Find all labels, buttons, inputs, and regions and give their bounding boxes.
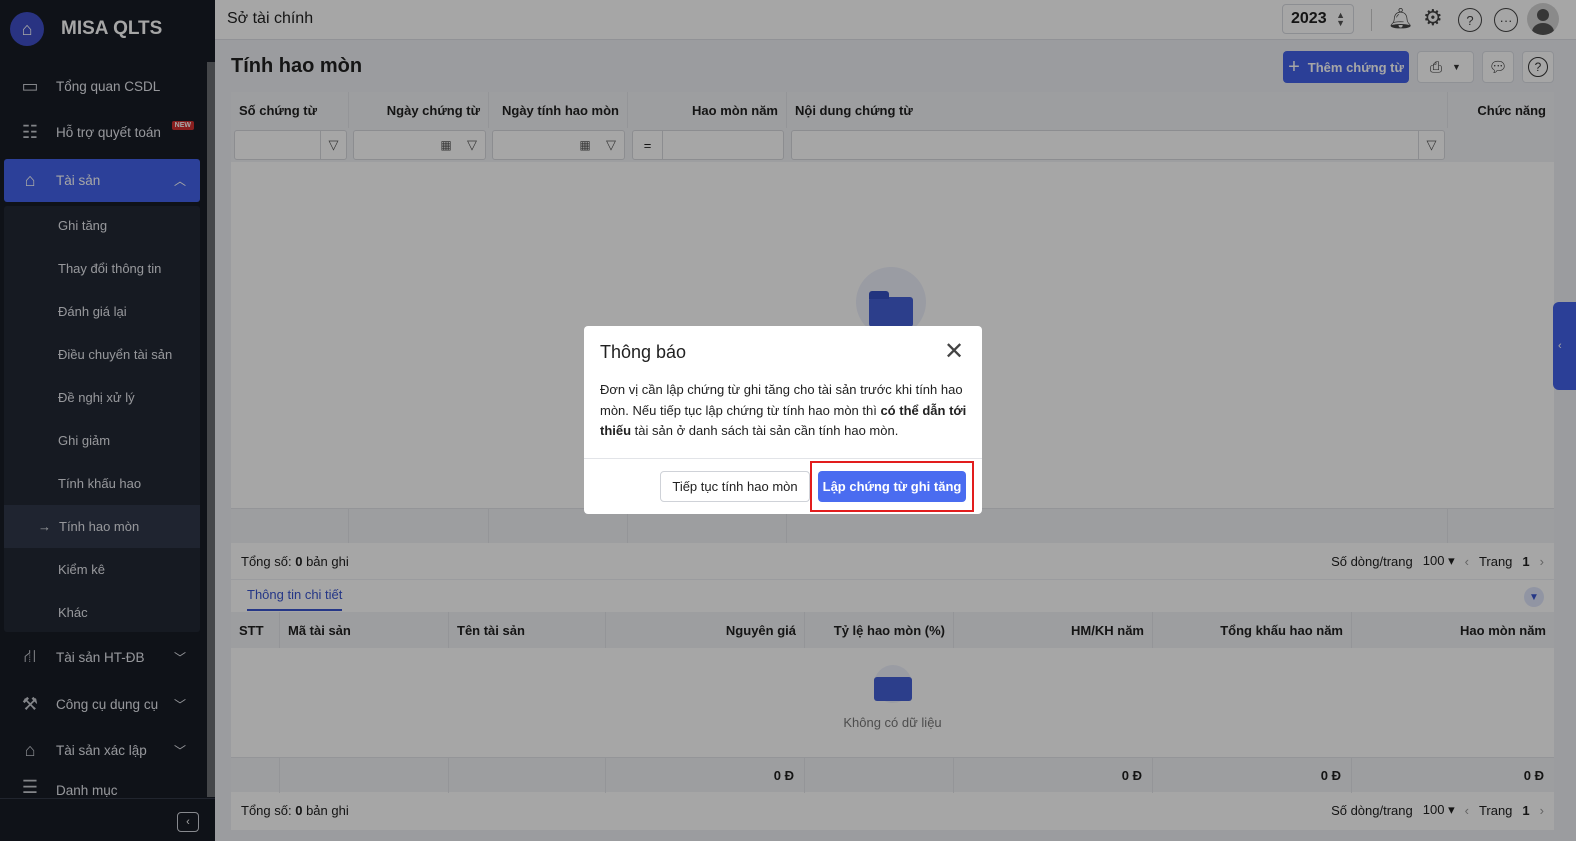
- divider: [584, 458, 982, 459]
- close-icon[interactable]: ✕: [944, 340, 964, 364]
- notification-dialog: Thông báo ✕ Đơn vị cần lập chứng từ ghi …: [584, 326, 982, 514]
- continue-depreciation-button[interactable]: Tiếp tục tính hao mòn: [660, 471, 810, 502]
- highlight-box: [810, 461, 974, 512]
- dialog-message: Đơn vị cần lập chứng từ ghi tăng cho tài…: [600, 382, 967, 438]
- dialog-title: Thông báo: [600, 342, 687, 362]
